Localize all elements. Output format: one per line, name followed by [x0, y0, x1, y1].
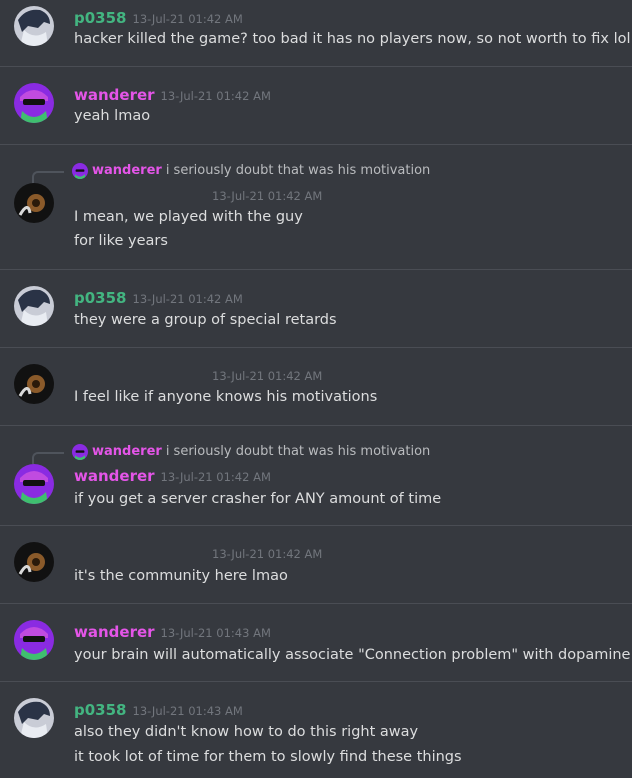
message-text: your brain will automatically associate …	[74, 647, 631, 663]
message: 13-Jul-21 01:42 AM it's the community he…	[0, 526, 632, 603]
avatar-p0358[interactable]	[14, 286, 54, 326]
message-header: wanderer 13-Jul-21 01:43 AM	[74, 622, 271, 643]
message-text: I feel like if anyone knows his motivati…	[74, 389, 378, 405]
username[interactable]: wanderer	[74, 86, 155, 104]
timestamp: 13-Jul-21 01:42 AM	[132, 292, 243, 306]
avatar-p0358[interactable]	[14, 698, 54, 738]
message-text: if you get a server crasher for ANY amou…	[74, 491, 442, 507]
message-text: it took lot of time for them to slowly f…	[74, 749, 462, 765]
reply-username[interactable]: wanderer	[92, 163, 162, 179]
message-text: hacker killed the game? too bad it has n…	[74, 31, 631, 47]
avatar-wanderer[interactable]	[14, 83, 54, 123]
avatar-wanderer[interactable]	[14, 464, 54, 504]
avatar-p0358[interactable]	[14, 6, 54, 46]
message-text: also they didn't know how to do this rig…	[74, 724, 419, 740]
message: p0358 13-Jul-21 01:43 AM also they didn't…	[0, 682, 632, 778]
timestamp: 13-Jul-21 01:42 AM	[212, 189, 323, 203]
timestamp: 13-Jul-21 01:42 AM	[132, 12, 243, 26]
message-text: it's the community here lmao	[74, 568, 288, 584]
message: p0358 13-Jul-21 01:42 AM hacker killed th…	[0, 0, 632, 66]
timestamp: 13-Jul-21 01:42 AM	[212, 369, 323, 383]
message: wanderer 13-Jul-21 01:42 AM yeah lmao	[0, 67, 632, 144]
reply-text: i seriously doubt that was his motivatio…	[165, 444, 431, 459]
username[interactable]: p0358	[74, 9, 127, 27]
timestamp: 13-Jul-21 01:42 AM	[160, 89, 271, 103]
username[interactable]: p0358	[74, 701, 127, 719]
avatar-unknown-user[interactable]	[14, 364, 54, 404]
message-header: p0358 13-Jul-21 01:43 AM	[74, 700, 243, 721]
message: 13-Jul-21 01:42 AM I feel like if anyone…	[0, 348, 632, 425]
username[interactable]: wanderer	[74, 623, 155, 641]
message-header: wanderer 13-Jul-21 01:42 AM	[74, 85, 271, 106]
message-header: p0358 13-Jul-21 01:42 AM	[74, 8, 243, 29]
reply-avatar	[72, 163, 88, 179]
username[interactable]: wanderer	[74, 467, 155, 485]
reply-reference[interactable]: wanderer i seriously doubt that was his m…	[72, 163, 430, 179]
message: wanderer i seriously doubt that was his m…	[0, 426, 632, 525]
reply-spine	[32, 171, 64, 183]
reply-avatar	[72, 444, 88, 460]
timestamp: 13-Jul-21 01:43 AM	[132, 704, 243, 718]
avatar-wanderer[interactable]	[14, 620, 54, 660]
message: wanderer i seriously doubt that was his m…	[0, 145, 632, 269]
message: p0358 13-Jul-21 01:42 AM they were a grou…	[0, 270, 632, 347]
message-text: for like years	[74, 233, 168, 249]
message-text: yeah lmao	[74, 108, 151, 124]
reply-reference[interactable]: wanderer i seriously doubt that was his m…	[72, 444, 430, 460]
avatar-unknown-user[interactable]	[14, 183, 54, 223]
message-header: p0358 13-Jul-21 01:42 AM	[74, 288, 243, 309]
avatar-unknown-user[interactable]	[14, 542, 54, 582]
message-text: I mean, we played with the guy	[74, 209, 303, 225]
timestamp: 13-Jul-21 01:43 AM	[160, 626, 271, 640]
message: wanderer 13-Jul-21 01:43 AM your brain wi…	[0, 604, 632, 681]
timestamp: 13-Jul-21 01:42 AM	[212, 547, 323, 561]
message-header: wanderer 13-Jul-21 01:42 AM	[74, 466, 271, 487]
reply-username[interactable]: wanderer	[92, 444, 162, 460]
chat-log: p0358 13-Jul-21 01:42 AM hacker killed th…	[0, 0, 632, 778]
timestamp: 13-Jul-21 01:42 AM	[160, 470, 271, 484]
reply-text: i seriously doubt that was his motivatio…	[165, 163, 431, 178]
username[interactable]: p0358	[74, 289, 127, 307]
message-text: they were a group of special retards	[74, 312, 337, 328]
reply-spine	[32, 452, 64, 464]
